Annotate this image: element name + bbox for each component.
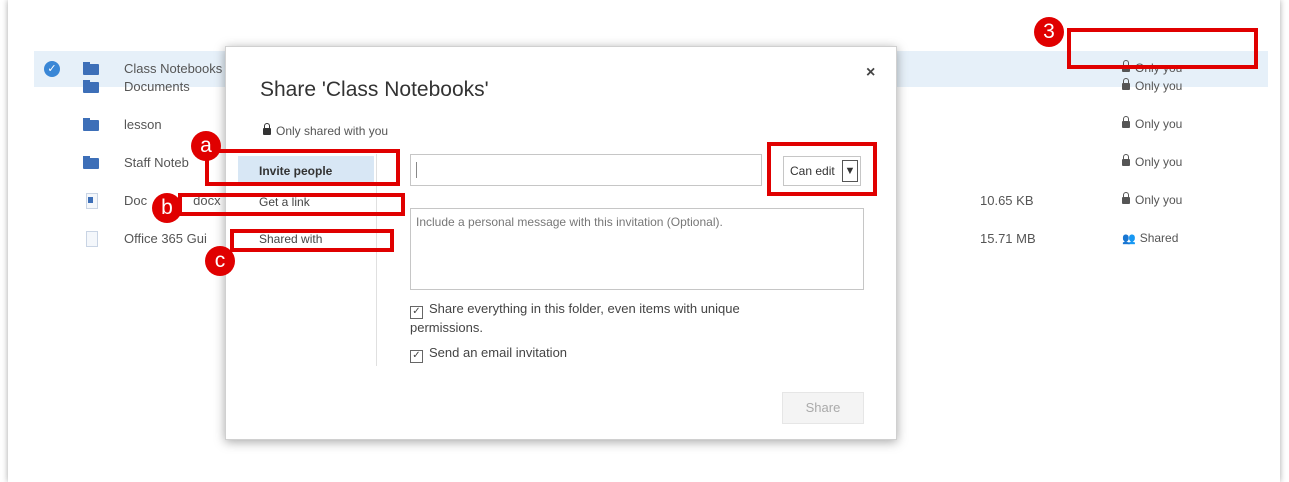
checkbox-checked-icon[interactable]: ✓ — [410, 350, 423, 363]
text-caret — [416, 162, 417, 178]
lock-icon — [1122, 116, 1130, 128]
lock-icon — [1122, 154, 1130, 166]
personal-message-input[interactable]: Include a personal message with this inv… — [410, 208, 864, 290]
invite-people-input[interactable] — [410, 154, 762, 186]
sharing-status[interactable]: Only you — [1122, 154, 1182, 169]
close-button[interactable]: × — [866, 64, 875, 82]
word-doc-icon — [86, 193, 98, 209]
lock-icon — [263, 123, 271, 135]
lock-icon — [1122, 78, 1130, 90]
send-email-checkbox[interactable]: ✓ Send an email invitation — [410, 344, 800, 363]
sharing-status[interactable]: Only you — [1122, 192, 1182, 207]
dialog-title: Share 'Class Notebooks' — [260, 78, 489, 101]
callout-box-a — [205, 149, 400, 186]
file-name[interactable]: Office 365 Gui — [124, 231, 207, 246]
sharing-scope: Only shared with you — [263, 123, 388, 138]
callout-badge-a: a — [191, 131, 221, 161]
sharing-status[interactable]: Only you — [1122, 116, 1182, 131]
share-button[interactable]: Share — [782, 392, 864, 424]
file-name[interactable]: lesson — [124, 117, 162, 132]
folder-icon — [83, 156, 99, 169]
share-everything-checkbox[interactable]: ✓ Share everything in this folder, even i… — [410, 300, 800, 336]
file-name[interactable]: Documents — [124, 79, 190, 94]
people-icon: 👥 — [1122, 233, 1136, 245]
folder-icon — [83, 118, 99, 131]
checkbox-checked-icon[interactable]: ✓ — [410, 306, 423, 319]
lock-icon — [1122, 192, 1130, 204]
sharing-status[interactable]: 👥 Shared — [1122, 231, 1178, 245]
file-size: 15.71 MB — [980, 231, 1036, 246]
callout-badge-3: 3 — [1034, 17, 1064, 47]
file-size: 10.65 KB — [980, 193, 1034, 208]
folder-icon — [83, 80, 99, 93]
sharing-status[interactable]: Only you — [1122, 78, 1182, 93]
callout-badge-b: b — [152, 193, 182, 223]
callout-box-b — [178, 193, 405, 216]
callout-badge-c: c — [205, 246, 235, 276]
callout-box-c — [230, 229, 394, 252]
callout-box-3 — [1067, 28, 1258, 69]
blank-doc-icon — [86, 231, 98, 247]
file-name[interactable]: Staff Noteb — [124, 155, 189, 170]
callout-box-permission — [767, 142, 877, 196]
